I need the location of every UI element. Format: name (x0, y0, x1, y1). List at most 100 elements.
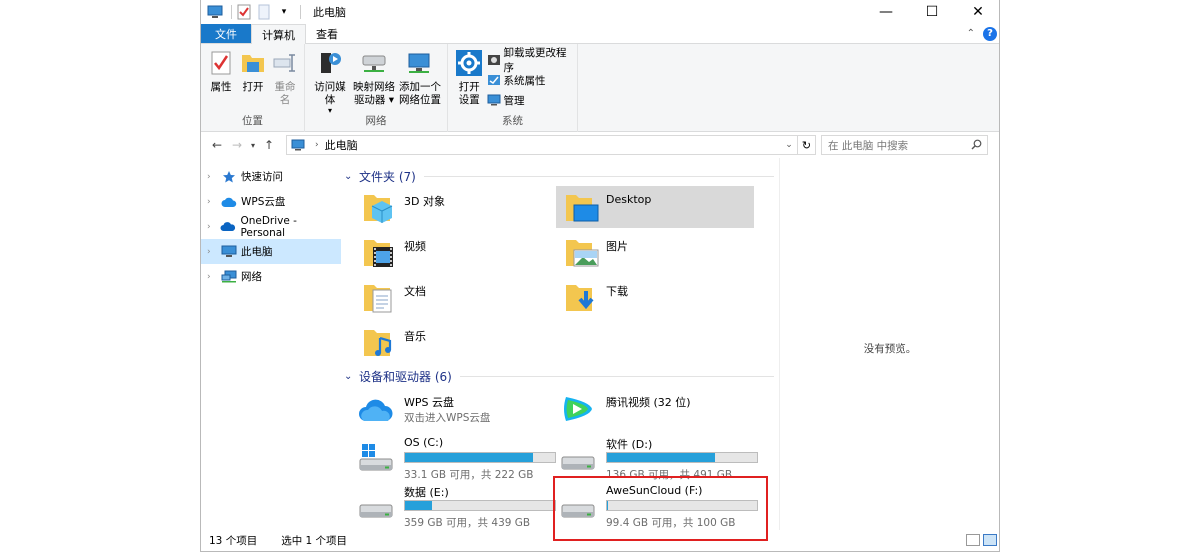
preview-pane: 没有预览。 (779, 158, 999, 530)
item-count: 13 个项目 (209, 535, 258, 547)
drive-usage-bar (404, 452, 556, 463)
selected-count: 选中 1 个项目 (281, 535, 348, 547)
quick-access-toolbar: ▾ (201, 0, 305, 24)
desktop-folder-icon (566, 195, 599, 222)
expand-chevron-icon: › (207, 246, 211, 257)
forward-button[interactable]: → (227, 138, 247, 152)
nav-item-onedrive[interactable]: › OneDrive - Personal (201, 214, 341, 239)
computer-icon (291, 139, 305, 151)
windows-drive-icon (359, 444, 393, 471)
search-icon (971, 139, 982, 153)
system-properties-button[interactable]: 系统属性 (487, 70, 574, 90)
wps-cloud-icon (359, 399, 393, 421)
help-icon[interactable]: ? (983, 26, 997, 41)
rename-icon (273, 54, 295, 72)
folder-documents[interactable]: 文档 (354, 276, 552, 318)
up-button[interactable]: ↑ (259, 138, 279, 152)
cloud-icon (221, 194, 237, 210)
folder-videos[interactable]: 视频 (354, 231, 552, 273)
search-input[interactable]: 在 此电脑 中搜索 (821, 135, 988, 155)
manage-button[interactable]: 管理 (487, 90, 574, 110)
folder-downloads[interactable]: 下载 (556, 276, 754, 318)
properties-icon (211, 51, 231, 75)
recent-locations-dropdown[interactable]: ▾ (247, 141, 259, 150)
ribbon-collapse-icon[interactable]: ⌃ (967, 28, 975, 39)
tab-file[interactable]: 文件 (201, 24, 251, 43)
collapse-chevron-icon: ⌄ (344, 171, 353, 182)
expand-chevron-icon: › (207, 171, 211, 182)
open-folder-icon (242, 55, 264, 72)
folders-section-header[interactable]: ⌄ 文件夹 (7) (344, 168, 774, 185)
address-dropdown-icon[interactable]: ⌄ (781, 136, 797, 154)
navigation-bar: ← → ▾ ↑ › 此电脑 ⌄ ↻ 在 此电脑 中搜索 (201, 132, 999, 158)
folder-music[interactable]: 音乐 (354, 321, 552, 363)
system-properties-icon (487, 73, 501, 87)
downloads-folder-icon (566, 285, 594, 311)
nav-item-network[interactable]: › 网络 (201, 264, 341, 289)
folder-3d-objects[interactable]: 3D 对象 (354, 186, 552, 228)
media-server-icon (321, 53, 341, 73)
ribbon-group-location: 属性 打开 重命名 位置 (201, 44, 305, 132)
manage-icon (487, 93, 501, 107)
uninstall-program-button[interactable]: 卸载或更改程序 (487, 47, 574, 74)
expand-chevron-icon: › (207, 271, 211, 282)
drive-c[interactable]: OS (C:) 33.1 GB 可用，共 222 GB (352, 434, 556, 481)
documents-folder-icon (364, 285, 392, 313)
tab-view[interactable]: 查看 (306, 24, 348, 43)
address-bar[interactable]: › 此电脑 ⌄ (286, 135, 798, 155)
drive-usage-bar (606, 452, 758, 463)
computer-icon (221, 244, 237, 260)
videos-folder-icon (364, 240, 393, 267)
folder-desktop[interactable]: Desktop (556, 186, 754, 228)
nav-item-wps-cloud[interactable]: › WPS云盘 (201, 189, 341, 214)
device-tencent-video[interactable]: 腾讯视频 (32 位) (554, 392, 754, 434)
music-folder-icon (364, 330, 392, 356)
breadcrumb[interactable]: 此电脑 (325, 137, 358, 153)
onedrive-cloud-icon (220, 219, 236, 235)
navigation-pane: › 快速访问 › WPS云盘 › OneDrive - Personal › 此… (201, 164, 341, 530)
folder-pictures[interactable]: 图片 (556, 231, 754, 273)
drive-e[interactable]: 数据 (E:) 359 GB 可用，共 439 GB (352, 482, 556, 529)
close-button[interactable]: ✕ (955, 0, 999, 24)
device-wps-cloud[interactable]: WPS 云盘 双击进入WPS云盘 (352, 392, 552, 434)
new-folder-icon[interactable] (256, 4, 272, 20)
nav-item-quick-access[interactable]: › 快速访问 (201, 164, 341, 189)
network-drive-icon (362, 55, 386, 72)
refresh-button[interactable]: ↻ (798, 135, 816, 155)
tencent-video-icon (564, 397, 592, 421)
computer-icon[interactable] (207, 4, 223, 20)
explorer-window: ▾ 此电脑 — ☐ ✕ 文件 计算机 查看 ⌃ ? 属性 打开 重命名 位置 访… (200, 0, 1000, 552)
large-icons-view-icon[interactable] (983, 534, 997, 546)
title-bar: ▾ 此电脑 — ☐ ✕ (201, 0, 999, 24)
properties-check-icon[interactable] (236, 4, 252, 20)
no-preview-text: 没有预览。 (863, 343, 917, 355)
details-view-icon[interactable] (966, 534, 980, 546)
pictures-folder-icon (566, 240, 599, 267)
devices-section-header[interactable]: ⌄ 设备和驱动器 (6) (344, 368, 774, 385)
drive-usage-bar (404, 500, 556, 511)
tab-computer[interactable]: 计算机 (251, 24, 306, 44)
star-icon (221, 169, 237, 185)
drive-d[interactable]: 软件 (D:) 136 GB 可用，共 491 GB (554, 434, 758, 481)
3d-objects-folder-icon (364, 195, 393, 223)
ribbon: 属性 打开 重命名 位置 访问媒体 ▾ 映射网络 驱动器 ▾ 添加一个 网络位置… (201, 44, 999, 132)
network-location-icon (408, 53, 430, 73)
window-title: 此电脑 (313, 6, 346, 19)
collapse-chevron-icon: ⌄ (344, 371, 353, 382)
minimize-button[interactable]: — (863, 0, 909, 24)
maximize-button[interactable]: ☐ (909, 0, 955, 24)
expand-chevron-icon: › (207, 196, 211, 207)
ribbon-tabs: 文件 计算机 查看 ⌃ ? (201, 24, 999, 44)
hard-drive-icon (359, 504, 393, 518)
settings-gear-icon (456, 50, 483, 76)
breadcrumb-chevron-icon: › (315, 140, 319, 150)
expand-chevron-icon: › (207, 221, 211, 232)
customize-dropdown-icon[interactable]: ▾ (276, 4, 292, 20)
ribbon-group-system: 打开 设置 卸载或更改程序 系统属性 管理 系统 (448, 44, 578, 132)
window-controls: — ☐ ✕ (863, 0, 999, 24)
uninstall-icon (487, 53, 501, 67)
hard-drive-icon (561, 456, 595, 470)
ribbon-group-network: 访问媒体 ▾ 映射网络 驱动器 ▾ 添加一个 网络位置 网络 (305, 44, 448, 132)
nav-item-this-pc[interactable]: › 此电脑 (201, 239, 341, 264)
back-button[interactable]: ← (207, 138, 227, 152)
